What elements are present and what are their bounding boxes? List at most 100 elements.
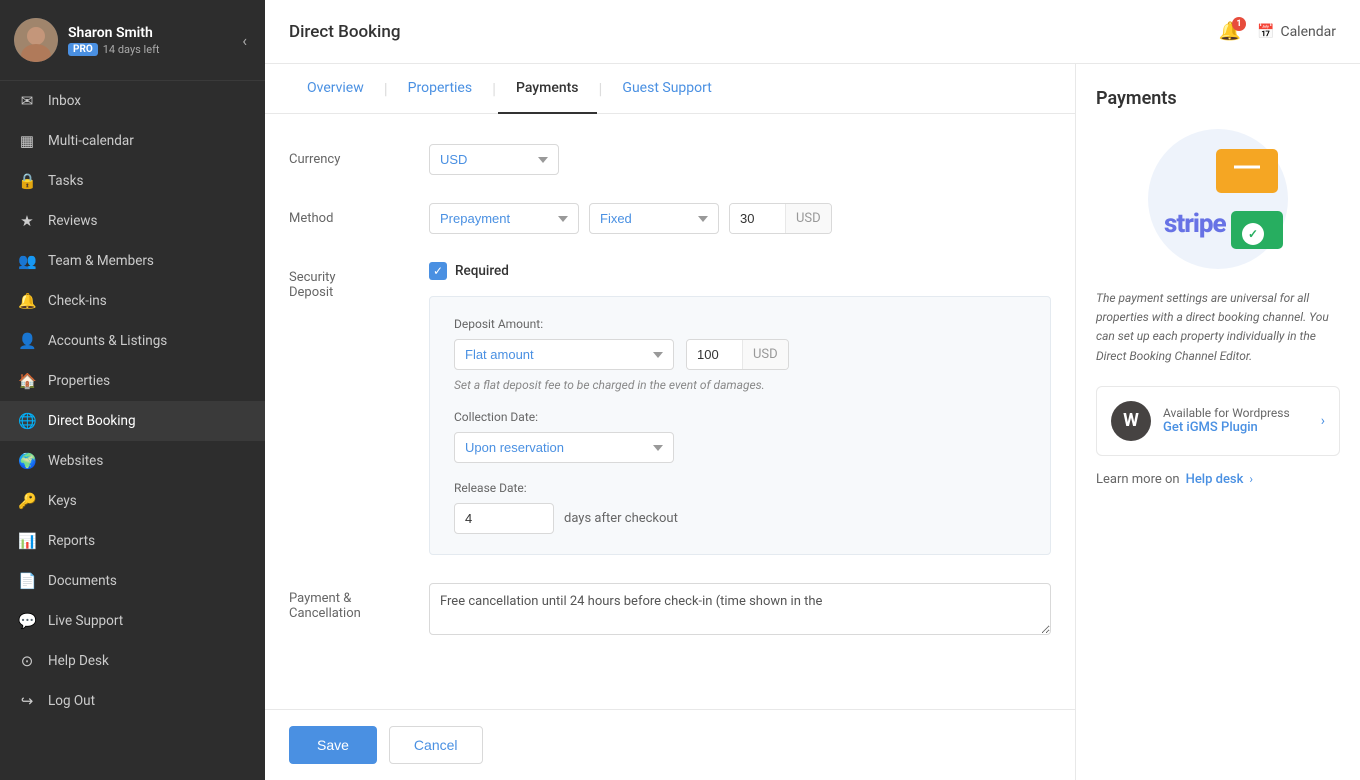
panel-description: The payment settings are universal for a… (1096, 289, 1340, 366)
tab-guest-support[interactable]: Guest Support (604, 64, 729, 114)
required-checkbox[interactable]: ✓ (429, 262, 447, 280)
stripe-logo-text: stripe (1164, 209, 1226, 239)
security-deposit-row: Security Deposit ✓ Required Deposit Amou… (289, 262, 1051, 555)
notification-button[interactable]: 🔔 1 (1219, 21, 1241, 42)
avatar (14, 18, 58, 62)
sidebar-item-team-members[interactable]: 👥 Team & Members (0, 241, 265, 281)
helpdesk-row: Learn more on Help desk › (1096, 472, 1340, 487)
tab-payments[interactable]: Payments (498, 64, 597, 114)
sidebar-item-label: Direct Booking (48, 413, 136, 429)
sidebar-item-label: Help Desk (48, 653, 109, 669)
method-controls: Prepayment Full payment Fixed Percentage… (429, 203, 832, 234)
deposit-amount-row: Flat amount Percentage USD (454, 339, 1026, 370)
amount-input-group: USD (729, 203, 832, 234)
sidebar-item-log-out[interactable]: ↪ Log Out (0, 681, 265, 721)
tab-divider-2: | (492, 79, 496, 98)
currency-select[interactable]: USD EUR GBP (429, 144, 559, 175)
document-icon: 📄 (18, 572, 36, 590)
sidebar-item-reviews[interactable]: ★ Reviews (0, 201, 265, 241)
sidebar-item-documents[interactable]: 📄 Documents (0, 561, 265, 601)
required-checkbox-row: ✓ Required (429, 262, 1051, 280)
globe-icon: 🌐 (18, 412, 36, 430)
sidebar-item-live-support[interactable]: 💬 Live Support (0, 601, 265, 641)
tasks-icon: 🔒 (18, 172, 36, 190)
sidebar-item-label: Reports (48, 533, 95, 549)
policy-controls (429, 583, 1051, 639)
calendar-grid-icon: ▦ (18, 132, 36, 150)
sidebar-item-reports[interactable]: 📊 Reports (0, 521, 265, 561)
bottom-bar: Save Cancel (265, 709, 1075, 780)
collapse-button[interactable]: ‹ (238, 27, 251, 54)
sidebar-item-properties[interactable]: 🏠 Properties (0, 361, 265, 401)
currency-controls: USD EUR GBP (429, 144, 559, 175)
sidebar-item-label: Tasks (48, 173, 83, 189)
sidebar-item-check-ins[interactable]: 🔔 Check-ins (0, 281, 265, 321)
content-area: Overview | Properties | Payments | Guest… (265, 64, 1360, 780)
reports-icon: 📊 (18, 532, 36, 550)
policy-textarea[interactable] (429, 583, 1051, 635)
currency-row: Currency USD EUR GBP (289, 144, 1051, 175)
sidebar: Sharon Smith PRO 14 days left ‹ ✉ Inbox … (0, 0, 265, 780)
card-icon (1234, 161, 1260, 181)
learn-more-text: Learn more on (1096, 472, 1180, 487)
calendar-icon: 📅 (1257, 24, 1274, 40)
method-label: Method (289, 203, 409, 226)
help-desk-link[interactable]: Help desk (1186, 472, 1244, 487)
sidebar-item-label: Log Out (48, 693, 95, 709)
deposit-amount-label: Deposit Amount: (454, 317, 1026, 331)
sidebar-item-multi-calendar[interactable]: ▦ Multi-calendar (0, 121, 265, 161)
calendar-label: Calendar (1280, 24, 1336, 40)
deposit-amount-input[interactable] (687, 340, 742, 369)
right-panel-title: Payments (1096, 88, 1340, 109)
sidebar-item-label: Documents (48, 573, 117, 589)
method-row: Method Prepayment Full payment Fixed Per… (289, 203, 1051, 234)
chevron-right-icon: › (1321, 413, 1325, 429)
sidebar-item-label: Accounts & Listings (48, 333, 167, 349)
method-select[interactable]: Prepayment Full payment (429, 203, 579, 234)
tab-properties[interactable]: Properties (390, 64, 490, 114)
user-badge: PRO 14 days left (68, 43, 160, 56)
cancel-button[interactable]: Cancel (389, 726, 483, 764)
helpdesk-chevron-icon: › (1249, 472, 1253, 486)
days-left: 14 days left (103, 43, 160, 56)
sidebar-item-label: Inbox (48, 93, 81, 109)
stripe-logo: stripe (1164, 209, 1226, 239)
fixed-select[interactable]: Fixed Percentage (589, 203, 719, 234)
release-date-input[interactable] (454, 503, 554, 534)
sidebar-item-keys[interactable]: 🔑 Keys (0, 481, 265, 521)
check-circle: ✓ (1242, 223, 1264, 245)
plugin-link[interactable]: Get iGMS Plugin (1163, 420, 1309, 435)
release-suffix: days after checkout (564, 511, 678, 526)
topbar: Direct Booking 🔔 1 📅 Calendar (265, 0, 1360, 64)
tab-overview[interactable]: Overview (289, 64, 382, 114)
sidebar-item-label: Multi-calendar (48, 133, 134, 149)
amount-suffix: USD (785, 204, 831, 233)
account-icon: 👤 (18, 332, 36, 350)
sidebar-item-websites[interactable]: 🌍 Websites (0, 441, 265, 481)
sidebar-item-help-desk[interactable]: ⊙ Help Desk (0, 641, 265, 681)
sidebar-item-accounts-listings[interactable]: 👤 Accounts & Listings (0, 321, 265, 361)
home-icon: 🏠 (18, 372, 36, 390)
amount-input[interactable] (730, 204, 785, 233)
star-icon: ★ (18, 212, 36, 230)
currency-label: Currency (289, 144, 409, 167)
wordpress-text: Available for Wordpress Get iGMS Plugin (1163, 406, 1309, 435)
deposit-type-select[interactable]: Flat amount Percentage (454, 339, 674, 370)
notification-badge: 1 (1232, 17, 1246, 31)
security-deposit-label: Security Deposit (289, 262, 409, 300)
sidebar-item-inbox[interactable]: ✉ Inbox (0, 81, 265, 121)
calendar-button[interactable]: 📅 Calendar (1257, 24, 1336, 40)
save-button[interactable]: Save (289, 726, 377, 764)
deposit-section-wrapper: ✓ Required Deposit Amount: Flat amount P… (429, 262, 1051, 555)
key-icon: 🔑 (18, 492, 36, 510)
stripe-card-orange (1216, 149, 1278, 193)
topbar-right: 🔔 1 📅 Calendar (1219, 21, 1336, 42)
tabs-bar: Overview | Properties | Payments | Guest… (265, 64, 1075, 114)
sidebar-item-label: Live Support (48, 613, 123, 629)
sidebar-item-tasks[interactable]: 🔒 Tasks (0, 161, 265, 201)
deposit-hint: Set a flat deposit fee to be charged in … (454, 378, 1026, 392)
sidebar-item-direct-booking[interactable]: 🌐 Direct Booking (0, 401, 265, 441)
wordpress-section[interactable]: W Available for Wordpress Get iGMS Plugi… (1096, 386, 1340, 456)
collection-date-select[interactable]: Upon reservation Upon check-in (454, 432, 674, 463)
page-title: Direct Booking (289, 22, 400, 42)
